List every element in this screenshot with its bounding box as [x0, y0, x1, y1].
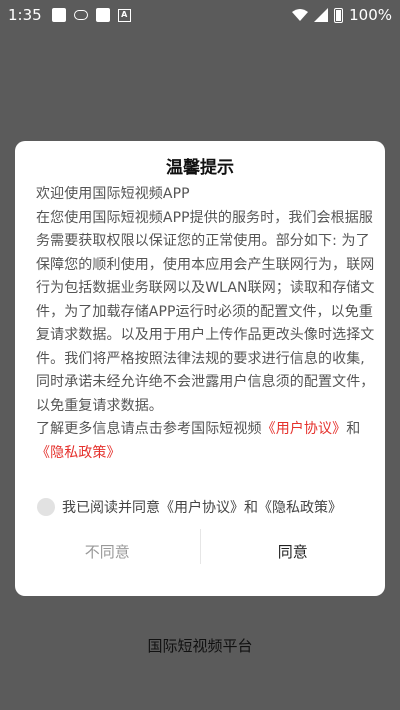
permission-description: 在您使用国际短视频APP提供的服务时，我们会根据服务需要获取权限以保证您的正常使… [36, 209, 375, 414]
agree-checkbox-row[interactable]: 我已阅读并同意《用户协议》和《隐私政策》 [37, 496, 342, 518]
more-info-line: 了解更多信息请点击参考国际短视频《用户协议》和《隐私政策》 [36, 418, 376, 465]
and-text: 和 [346, 421, 361, 437]
more-info-prefix: 了解更多信息请点击参考国际短视频 [36, 421, 262, 437]
signal-icon [314, 8, 329, 22]
status-bar: 1:35 A 100% [0, 0, 400, 30]
status-left: 1:35 A [0, 6, 131, 24]
welcome-text: 欢迎使用国际短视频APP [36, 186, 190, 202]
agree-button[interactable]: 同意 [201, 526, 386, 576]
dialog-body: 欢迎使用国际短视频APP 在您使用国际短视频APP提供的服务时，我们会根据服务需… [36, 183, 376, 465]
wifi-icon [292, 8, 309, 21]
dialog-buttons: 不同意 同意 [15, 526, 385, 576]
privacy-policy-link[interactable]: 《隐私政策》 [36, 445, 121, 461]
agree-radio[interactable] [37, 498, 55, 516]
status-right: 100% [292, 0, 392, 30]
disagree-button[interactable]: 不同意 [15, 526, 200, 576]
user-agreement-link[interactable]: 《用户协议》 [262, 421, 347, 437]
notification-square-icon-2 [95, 8, 110, 22]
dialog-title: 温馨提示 [166, 158, 234, 178]
battery-percentage: 100% [349, 6, 392, 24]
app-name-footer: 国际短视频平台 [147, 637, 253, 655]
cloud-notification-icon [73, 10, 88, 20]
battery-icon [334, 7, 344, 23]
permission-dialog: 温馨提示 欢迎使用国际短视频APP 在您使用国际短视频APP提供的服务时，我们会… [15, 141, 385, 596]
status-time: 1:35 [8, 6, 42, 24]
a-notification-icon: A [117, 8, 131, 22]
notification-square-icon [51, 8, 66, 22]
agree-checkbox-label: 我已阅读并同意《用户协议》和《隐私政策》 [62, 500, 342, 516]
